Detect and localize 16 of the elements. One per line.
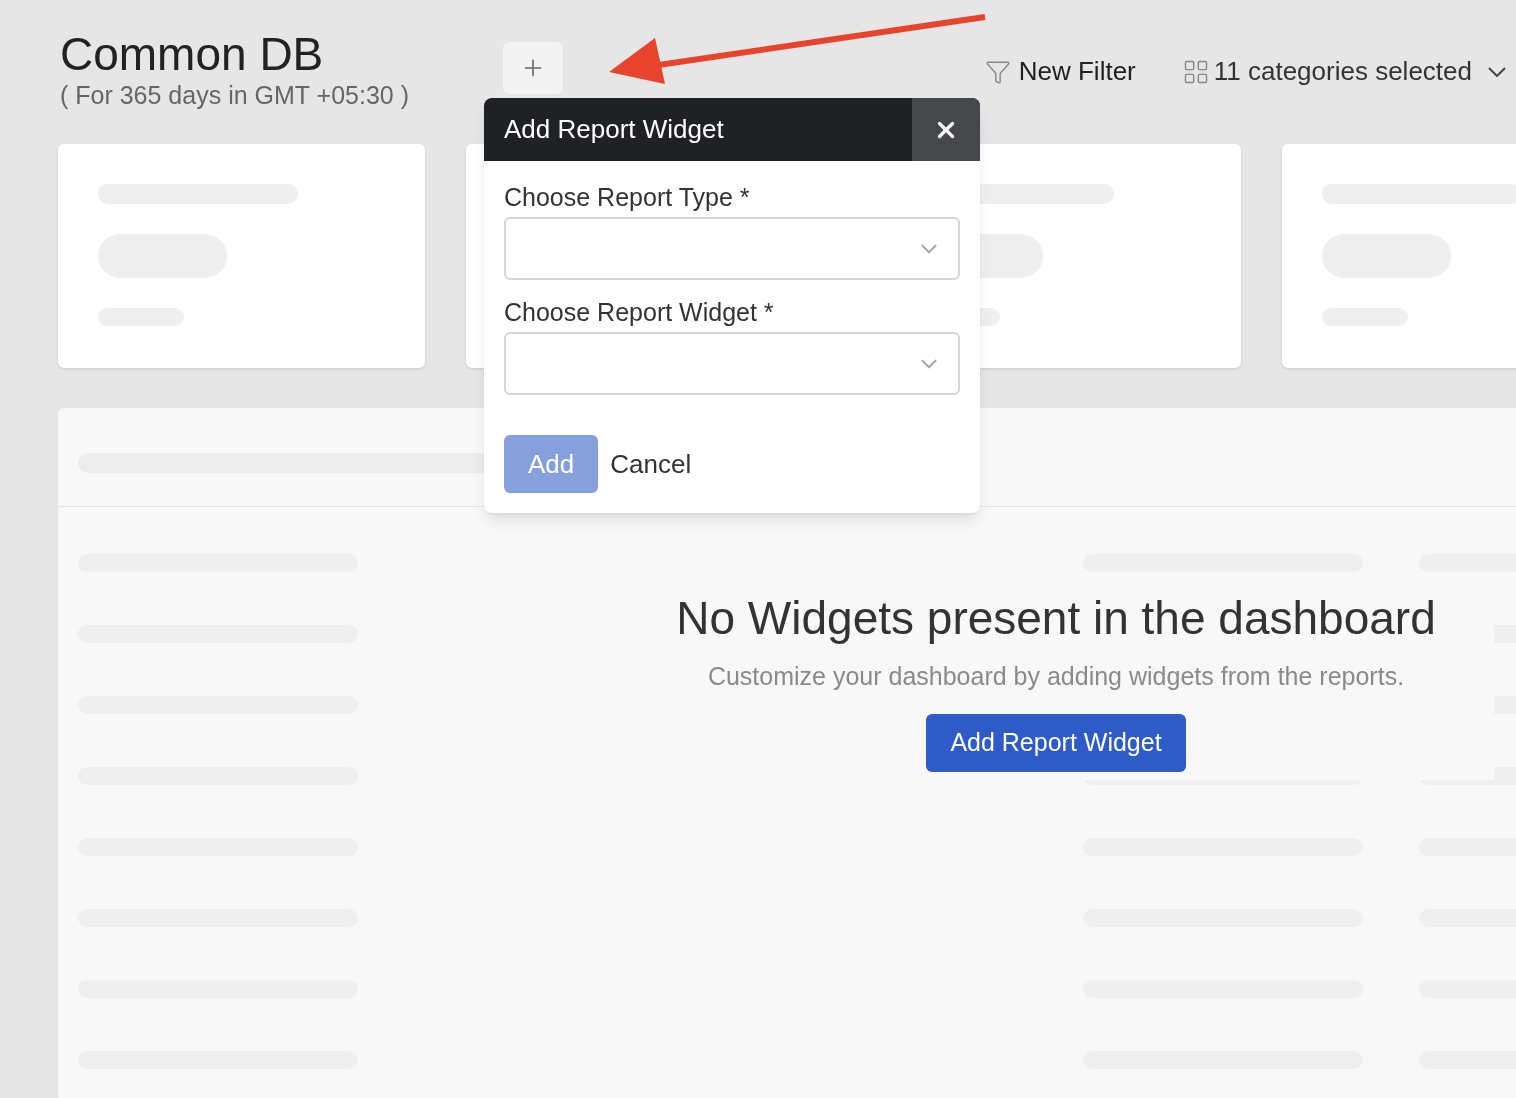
field-label: Choose Report Type * bbox=[504, 182, 750, 213]
dashboard-subtitle: ( For 365 days in GMT +05:30 ) bbox=[60, 80, 410, 110]
chevron-down-icon bbox=[1488, 66, 1506, 77]
empty-state-title: No Widgets present in the dashboard bbox=[676, 591, 1436, 646]
add-report-widget-button[interactable]: Add Report Widget bbox=[926, 713, 1186, 772]
new-filter-button[interactable]: New Filter bbox=[984, 52, 1136, 91]
dialog-title: Add Report Widget bbox=[503, 113, 725, 146]
categories-dropdown[interactable]: 11 categories selected bbox=[1181, 52, 1506, 91]
add-widget-button[interactable] bbox=[503, 42, 563, 94]
select-field[interactable] bbox=[504, 332, 960, 395]
empty-state-message: Customize your dashboard by adding widgets from the reports. bbox=[707, 661, 1405, 692]
dashboard-title: Common DB bbox=[60, 28, 325, 80]
cancel-button[interactable]: Cancel bbox=[598, 435, 704, 493]
close-button[interactable] bbox=[912, 98, 980, 161]
select-field[interactable] bbox=[504, 217, 960, 280]
field-label: Choose Report Widget * bbox=[504, 297, 774, 328]
